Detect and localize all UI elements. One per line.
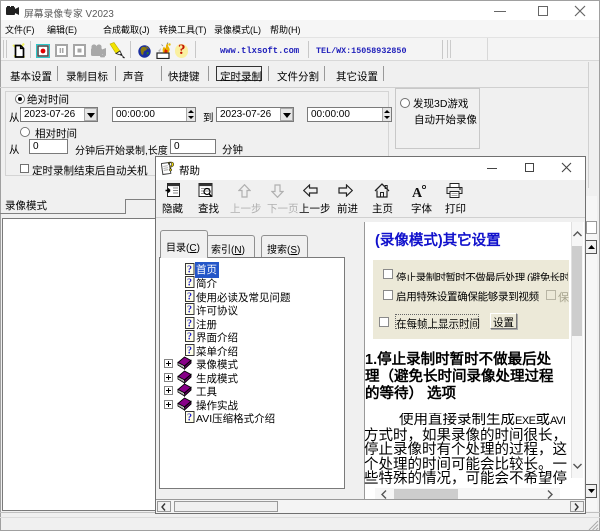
svg-text:?: ? (187, 292, 192, 303)
svg-text:?: ? (187, 346, 192, 357)
svg-text:?: ? (187, 265, 192, 276)
svg-text:?: ? (187, 278, 192, 289)
svg-text:?: ? (187, 413, 192, 424)
svg-text:?: ? (187, 305, 192, 316)
svg-text:A: A (412, 186, 423, 198)
svg-text:?: ? (187, 332, 192, 343)
svg-text:?: ? (187, 319, 192, 330)
svg-text:?: ? (168, 160, 175, 175)
